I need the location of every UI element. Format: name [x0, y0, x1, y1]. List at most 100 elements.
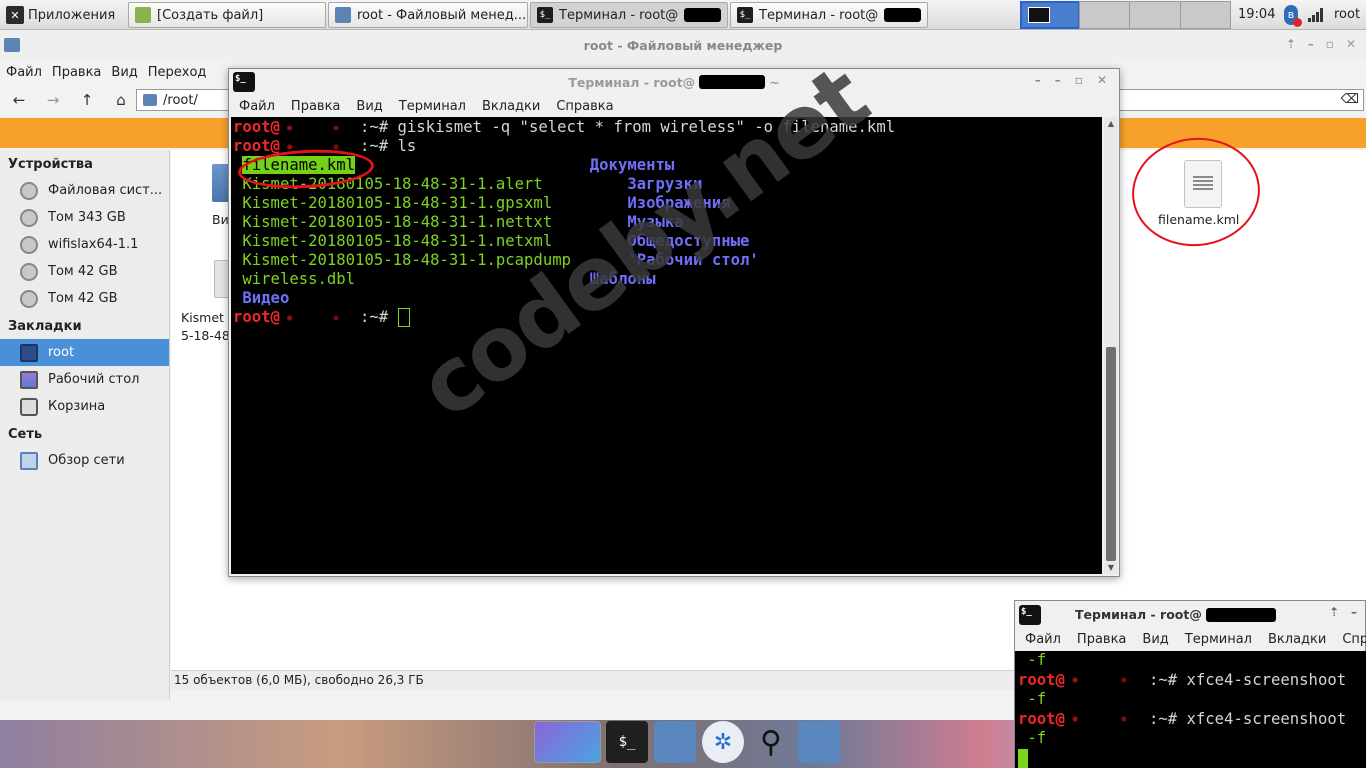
sidebar-item-label: Корзина	[48, 399, 106, 414]
menu-view[interactable]: Вид	[111, 65, 137, 80]
prompt-user: root@	[233, 137, 280, 155]
workspace-2[interactable]	[1078, 1, 1130, 29]
sidebar-item-filesystem[interactable]: Файловая сист...	[0, 177, 169, 204]
menu-file[interactable]: Файл	[1025, 632, 1061, 647]
ls-dir: Документы	[589, 156, 675, 174]
maximize-icon[interactable]: ▫	[1326, 37, 1334, 51]
task-terminal-1[interactable]: $_ Терминал - root@	[530, 2, 728, 28]
sidebar-item-desktop[interactable]: Рабочий стол	[0, 366, 169, 393]
menu-terminal[interactable]: Терминал	[399, 99, 466, 114]
terminal-line: -f	[1018, 651, 1047, 669]
sidebar-item-browse-network[interactable]: Обзор сети	[0, 447, 169, 474]
scrollbar-thumb[interactable]	[1106, 347, 1116, 561]
task-terminal-2[interactable]: $_ Терминал - root@	[730, 2, 928, 28]
menu-tabs[interactable]: Вкладки	[1268, 632, 1326, 647]
drive-icon	[20, 181, 38, 200]
drive-icon	[20, 208, 38, 227]
workspace-3[interactable]	[1129, 1, 1181, 29]
folder-launcher-icon[interactable]	[654, 721, 696, 763]
home-folder-icon	[20, 343, 38, 362]
terminal-titlebar[interactable]: $_ Терминал - root@ ⇡ –	[1015, 601, 1365, 628]
menu-terminal[interactable]: Терминал	[1185, 632, 1252, 647]
task-label: Терминал - root@	[759, 7, 879, 23]
scroll-up-icon[interactable]: ▲	[1104, 119, 1118, 128]
minimize-icon[interactable]: –	[1308, 37, 1314, 51]
file-manager-titlebar[interactable]: root - Файловый менеджер ⇡ – ▫ ✕	[0, 30, 1366, 61]
close-icon[interactable]: ✕	[1097, 73, 1107, 87]
bluetooth-icon[interactable]: ʙ	[1284, 5, 1302, 27]
terminal-line: root@:~#	[233, 308, 410, 327]
terminal-titlebar[interactable]: $_ Терминал - root@ ~ – – ▫ ✕	[229, 69, 1119, 95]
menu-go[interactable]: Переход	[148, 65, 207, 80]
ls-dir: Общедоступные	[627, 232, 750, 250]
applications-menu[interactable]: ✕ Приложения	[2, 3, 119, 27]
clock[interactable]: 19:04	[1238, 7, 1275, 22]
workspace-1[interactable]	[1020, 1, 1080, 29]
sidebar-item-label: Обзор сети	[48, 453, 125, 468]
sidebar-item-root[interactable]: root	[0, 339, 169, 366]
menu-file[interactable]: Файл	[239, 99, 275, 114]
sidebar-item-label: Рабочий стол	[48, 372, 140, 387]
redacted-hostname	[279, 310, 360, 325]
terminal-output[interactable]: root@:~# giskismet -q "select * from wir…	[231, 117, 1102, 574]
terminal-menubar: Файл Правка Вид Терминал Вкладки Справка	[229, 95, 1119, 117]
shade-icon[interactable]: ⇡	[1329, 605, 1339, 619]
minimize-icon[interactable]: –	[1055, 73, 1061, 87]
web-browser-icon[interactable]: ✲	[702, 721, 744, 763]
terminal-line: root@:~# xfce4-screenshoot	[1018, 710, 1346, 728]
network-signal-icon[interactable]	[1308, 8, 1323, 22]
ls-row: Видео	[233, 289, 289, 307]
ls-dir: Видео	[242, 289, 290, 307]
menu-edit[interactable]: Правка	[1077, 632, 1126, 647]
sidebar-item-volume-42a[interactable]: Том 42 GB	[0, 258, 169, 285]
workspace-switcher[interactable]	[1020, 1, 1231, 29]
redacted-hostname	[279, 120, 360, 135]
scroll-down-icon[interactable]: ▼	[1104, 563, 1118, 572]
prompt-user: root@	[233, 118, 280, 136]
shade-icon[interactable]: ⇡	[1286, 37, 1296, 51]
task-create-file[interactable]: [Создать файл]	[128, 2, 326, 28]
sidebar-item-trash[interactable]: Корзина	[0, 393, 169, 420]
forward-arrow-icon[interactable]: →	[42, 89, 64, 111]
home-icon[interactable]: ⌂	[110, 89, 132, 111]
search-icon[interactable]: ⚲	[750, 721, 792, 763]
terminal-scrollbar[interactable]: ▲ ▼	[1104, 117, 1118, 574]
ls-row: wireless.dbl Шаблоны	[233, 270, 655, 288]
redacted-hostname	[884, 8, 921, 22]
menu-help[interactable]: Спр	[1342, 632, 1366, 647]
ls-row: Kismet-20180105-18-48-31-1.gpsxml Изобра…	[233, 194, 730, 212]
folder-home-icon	[4, 38, 20, 52]
close-icon[interactable]: ✕	[1346, 37, 1356, 51]
back-arrow-icon[interactable]: ←	[8, 89, 30, 111]
workspaces-icon[interactable]	[534, 721, 601, 763]
file-manager-sidebar: Устройства Файловая сист... Том 343 GB w…	[0, 150, 170, 700]
terminal-thumb-icon	[1028, 7, 1050, 23]
menu-help[interactable]: Справка	[556, 99, 613, 114]
sidebar-item-volume-42b[interactable]: Том 42 GB	[0, 285, 169, 312]
terminal-output[interactable]: -f root@:~# xfce4-screenshoot -f root@:~…	[1015, 651, 1366, 768]
sidebar-item-volume-343[interactable]: Том 343 GB	[0, 204, 169, 231]
shade-icon[interactable]: –	[1035, 73, 1041, 87]
sidebar-header-network: Сеть	[8, 427, 43, 442]
minimize-icon[interactable]: –	[1351, 605, 1357, 619]
menu-tabs[interactable]: Вкладки	[482, 99, 540, 114]
menu-edit[interactable]: Правка	[291, 99, 340, 114]
user-menu[interactable]: root	[1334, 7, 1360, 22]
menu-file[interactable]: Файл	[6, 65, 42, 80]
terminal-line: -f	[1018, 690, 1047, 708]
menu-view[interactable]: Вид	[356, 99, 382, 114]
workspace-4[interactable]	[1179, 1, 1231, 29]
menu-edit[interactable]: Правка	[52, 65, 101, 80]
menu-view[interactable]: Вид	[1142, 632, 1168, 647]
terminal-icon: $_	[1019, 605, 1041, 625]
up-arrow-icon[interactable]: ↑	[76, 89, 98, 111]
clear-location-icon[interactable]: ⌫	[1341, 92, 1359, 107]
sidebar-item-wifislax[interactable]: wifislax64-1.1	[0, 231, 169, 258]
applications-menu-label: Приложения	[28, 7, 116, 23]
task-file-manager[interactable]: root - Файловый менед...	[328, 2, 528, 28]
sidebar-header-devices: Устройства	[8, 157, 93, 172]
terminal-launcher-icon[interactable]: $_	[606, 721, 648, 763]
folder-launcher-icon[interactable]	[798, 721, 840, 763]
ls-file: Kismet-20180105-18-48-31-1.nettxt	[242, 213, 553, 231]
maximize-icon[interactable]: ▫	[1075, 73, 1083, 87]
